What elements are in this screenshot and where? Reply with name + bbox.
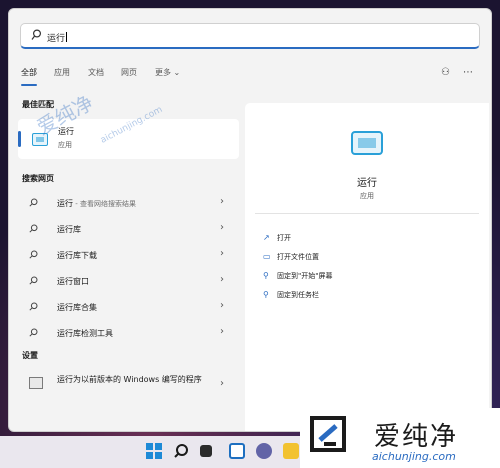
more-options-icon[interactable]: ⋯ [463,67,473,78]
watermark-logo: 爱纯净 aichunjing.com [300,408,500,468]
start-icon[interactable] [146,443,162,459]
tab-all[interactable]: 全部 [21,67,37,78]
run-app-icon [351,131,383,155]
search-icon [29,302,38,311]
file-explorer-icon[interactable] [283,443,299,459]
chevron-right-icon: › [220,196,224,207]
web-result-label: 运行 [57,199,73,208]
filter-tabs: 全部 应用 文档 网页 更多 ⌄ [21,67,251,86]
web-result-row[interactable]: 运行 - 查看网络搜索结果 › [17,189,239,215]
web-result-suffix: - 查看网络搜索结果 [73,200,136,208]
settings-result-row[interactable]: 运行为以前版本的 Windows 编写的程序 › [17,365,239,407]
selection-indicator [18,131,21,147]
web-result-row[interactable]: 运行库合集 › [17,293,239,319]
chevron-right-icon: › [220,300,224,311]
web-result-label: 运行库下载 [57,251,97,260]
tab-web[interactable]: 网页 [121,67,137,78]
pin-icon: ⚲ [263,271,269,280]
search-box[interactable]: 运行 [20,23,480,49]
action-pin-to-taskbar[interactable]: ⚲ 固定到任务栏 [263,290,319,300]
logo-mark-icon [310,416,346,452]
pin-icon: ⚲ [263,290,269,299]
detail-subtitle: 应用 [360,192,374,200]
search-panel: 运行 全部 应用 文档 网页 更多 ⌄ ⚇ ⋯ 最佳匹配 运行 应用 搜索网页 … [8,8,492,432]
search-icon [29,198,38,207]
best-match-item[interactable]: 运行 应用 [18,119,239,159]
search-input[interactable]: 运行 [47,31,68,44]
search-icon [29,224,38,233]
detail-title: 运行 [357,178,377,189]
logo-url-text: aichunjing.com [372,450,456,463]
open-icon: ↗ [263,233,270,242]
results-list: 最佳匹配 运行 应用 搜索网页 运行 - 查看网络搜索结果 › 运行库 › 运行… [17,91,241,431]
search-icon [31,29,41,40]
folder-icon: ▭ [263,252,271,261]
web-result-row[interactable]: 运行窗口 › [17,267,239,293]
divider [255,213,479,214]
web-result-label: 运行库检测工具 [57,329,113,338]
web-search-header: 搜索网页 [22,174,54,183]
best-match-type: 应用 [58,141,72,149]
chevron-right-icon: › [220,248,224,259]
action-open[interactable]: ↗ 打开 [263,233,291,243]
web-result-label: 运行库 [57,225,81,234]
tab-apps[interactable]: 应用 [54,67,70,78]
active-tab-indicator [21,84,37,86]
chevron-down-icon: ⌄ [173,68,181,77]
chat-icon[interactable] [256,443,272,459]
chevron-right-icon: › [220,326,224,337]
web-result-label: 运行窗口 [57,277,89,286]
logo-brand-text: 爱纯净 [374,422,459,452]
best-match-header: 最佳匹配 [22,100,54,109]
share-icon[interactable]: ⚇ [441,67,450,78]
task-view-icon[interactable] [200,445,212,457]
search-icon [29,276,38,285]
web-result-label: 运行库合集 [57,303,97,312]
run-app-icon [32,133,48,146]
action-open-file-location[interactable]: ▭ 打开文件位置 [263,252,319,262]
widgets-icon[interactable] [229,443,245,459]
web-result-row[interactable]: 运行库 › [17,215,239,241]
settings-result-label: 运行为以前版本的 Windows 编写的程序 [57,375,202,384]
search-icon [29,328,38,337]
compatibility-icon [29,377,43,389]
best-match-name: 运行 [58,127,74,136]
tab-documents[interactable]: 文档 [88,67,104,78]
web-result-row[interactable]: 运行库下载 › [17,241,239,267]
chevron-right-icon: › [220,378,224,389]
settings-header: 设置 [22,351,38,360]
search-icon[interactable] [173,443,189,459]
tab-more[interactable]: 更多 ⌄ [155,67,180,78]
text-caret [66,32,68,42]
search-icon [29,250,38,259]
detail-pane: 运行 应用 ↗ 打开 ▭ 打开文件位置 ⚲ 固定到"开始"屏幕 ⚲ 固定到任务栏 [245,103,489,431]
chevron-right-icon: › [220,222,224,233]
action-pin-to-start[interactable]: ⚲ 固定到"开始"屏幕 [263,271,332,281]
chevron-right-icon: › [220,274,224,285]
web-result-row[interactable]: 运行库检测工具 › [17,319,239,345]
